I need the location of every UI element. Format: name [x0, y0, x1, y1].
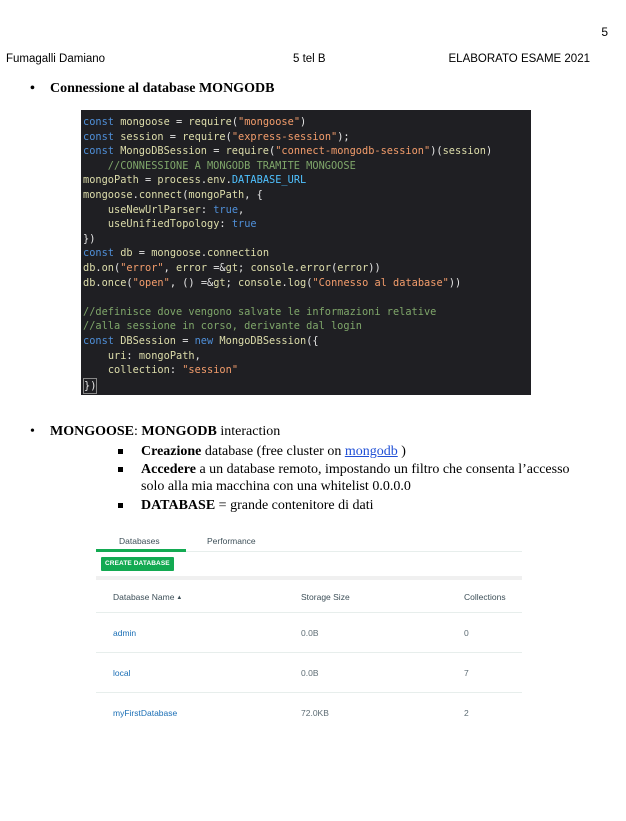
square-bullet-icon: [118, 449, 123, 454]
row-divider: [96, 652, 522, 653]
storage-size: 72.0KB: [301, 708, 329, 718]
mongodb-link[interactable]: mongodb: [345, 444, 398, 459]
title-rest: interaction: [216, 424, 281, 439]
header-title: ELABORATO ESAME 2021: [448, 53, 590, 65]
code-block: const mongoose = require("mongoose") cons…: [81, 110, 531, 395]
code-line: mongoPath = process.env.DATABASE_URL: [83, 174, 307, 187]
square-bullet-icon: [118, 467, 123, 472]
code-line: //definisce dove vengono salvate le info…: [83, 305, 437, 318]
code-line: //CONNESSIONE A MONGODB TRAMITE MONGOOSE: [83, 159, 356, 172]
column-header-label: Database Name: [113, 592, 175, 602]
storage-size: 0.0B: [301, 628, 319, 638]
page-number: 5: [601, 25, 608, 39]
item-text: = grande contenitore di dati: [215, 498, 374, 513]
sort-ascending-icon: ▲: [176, 595, 183, 601]
tab-performance[interactable]: Performance: [207, 536, 256, 546]
item-text: a un database remoto, impostando un filt…: [195, 462, 570, 477]
toolbar-divider: [96, 576, 522, 580]
code-line: const MongoDBSession = require("connect-…: [83, 145, 493, 158]
database-panel-screenshot: Databases Performance CREATE DATABASE Da…: [96, 528, 522, 733]
section-title-mongoose: • MONGOOSE: MONGODB interaction: [30, 424, 280, 440]
page-header: Fumagalli Damiano 5 tel B ELABORATO ESAM…: [6, 53, 590, 69]
column-header-storage[interactable]: Storage Size: [301, 592, 350, 602]
code-line: uri: mongoPath,: [107, 349, 201, 362]
bullet-icon: •: [30, 424, 35, 439]
code-line: const DBSession = new MongoDBSession({: [83, 334, 319, 347]
item-text: ): [397, 444, 406, 459]
code-line: useNewUrlParser: true,: [107, 203, 245, 216]
code-line: }): [83, 377, 531, 395]
storage-size: 0.0B: [301, 668, 319, 678]
tab-bar: Databases Performance: [96, 528, 522, 552]
code-line: collection: "session": [107, 364, 239, 377]
database-name-link[interactable]: local: [113, 668, 130, 678]
code-line: useUnifiedTopology: true: [107, 218, 257, 231]
row-divider: [96, 612, 522, 613]
header-class: 5 tel B: [293, 53, 326, 65]
code-line: mongoose.connect(mongoPath, {: [83, 188, 263, 201]
item-text: solo alla mia macchina con una whitelist…: [141, 479, 411, 494]
column-header-name[interactable]: Database Name ▲: [113, 592, 182, 602]
code-line: db.on("error", error =&gt; console.error…: [83, 261, 381, 274]
item-bold: Creazione: [141, 444, 202, 459]
item-text: database (free cluster on: [201, 444, 345, 459]
row-divider: [96, 692, 522, 693]
section-title-connection: • Connessione al database MONGODB: [30, 81, 274, 97]
code-line: //alla sessione in corso, derivante dal …: [83, 320, 362, 333]
title-mongoose: MONGOOSE: [50, 424, 135, 439]
bullet-icon: •: [30, 81, 35, 96]
column-header-collections[interactable]: Collections: [464, 592, 506, 602]
code-line: const db = mongoose.connection: [83, 247, 270, 260]
square-bullet-icon: [118, 503, 123, 508]
collections-count: 0: [464, 628, 469, 638]
section-title-text: Connessione al database MONGODB: [50, 81, 275, 96]
item-bold: DATABASE: [141, 498, 216, 513]
code-line: }): [83, 232, 96, 245]
create-database-button[interactable]: CREATE DATABASE: [101, 557, 174, 571]
active-tab-indicator: [96, 549, 186, 552]
collections-count: 2: [464, 708, 469, 718]
title-mongodb: MONGODB: [141, 424, 217, 439]
header-author: Fumagalli Damiano: [6, 53, 106, 65]
code-line: db.once("open", () =&gt; console.log("Co…: [83, 276, 462, 289]
database-name-link[interactable]: admin: [113, 628, 136, 638]
code-line: const mongoose = require("mongoose"): [83, 116, 307, 128]
database-name-link[interactable]: myFirstDatabase: [113, 708, 177, 718]
collections-count: 7: [464, 668, 469, 678]
item-bold: Accedere: [141, 462, 196, 477]
tab-databases[interactable]: Databases: [119, 536, 160, 546]
code-line: const session = require("express-session…: [83, 130, 350, 143]
